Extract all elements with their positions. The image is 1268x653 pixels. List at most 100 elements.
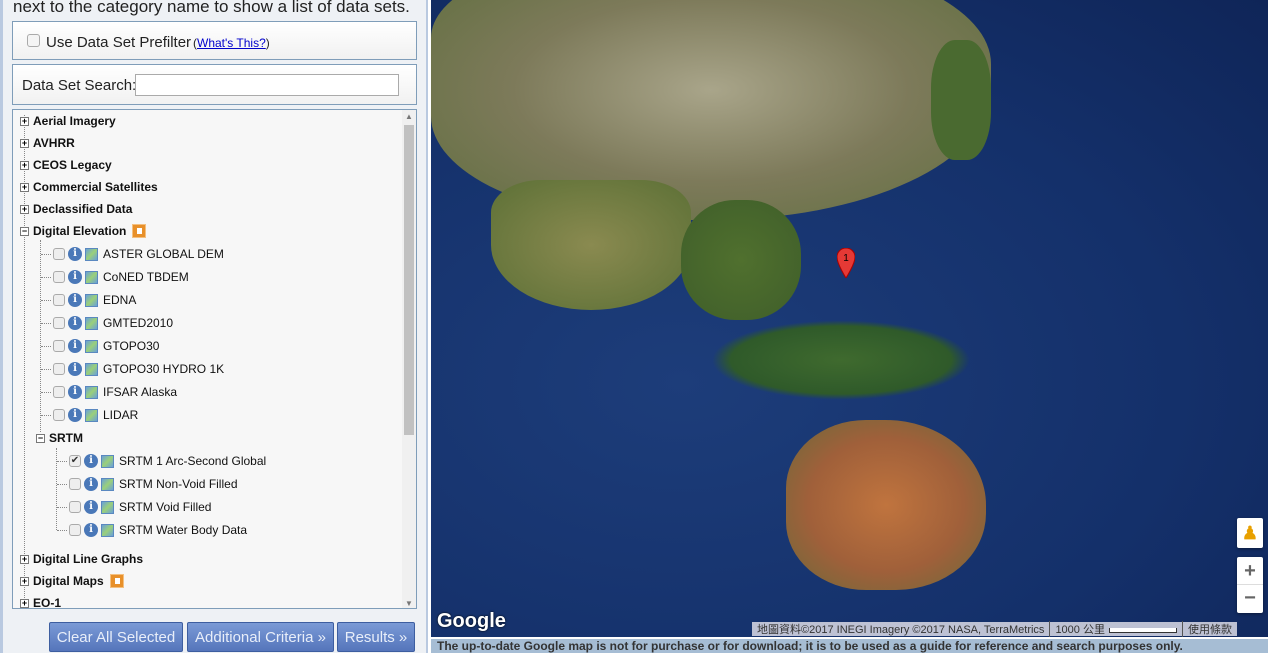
info-icon[interactable]: i: [68, 316, 82, 330]
zoom-in-button[interactable]: +: [1237, 557, 1263, 585]
info-icon[interactable]: i: [84, 500, 98, 514]
street-view-pegman-icon[interactable]: ♟: [1237, 518, 1263, 548]
category-label: Aerial Imagery: [33, 114, 116, 128]
footprint-map-icon[interactable]: [85, 247, 98, 261]
category-item[interactable]: + Digital Maps: [20, 571, 124, 591]
footprint-map-icon[interactable]: [101, 523, 114, 537]
marker-label: 1: [843, 253, 849, 264]
zoom-out-button[interactable]: −: [1237, 585, 1263, 612]
dataset-checkbox[interactable]: [53, 409, 65, 421]
bookmark-icon[interactable]: [109, 574, 124, 588]
footprint-map-icon[interactable]: [101, 454, 114, 468]
footprint-map-icon[interactable]: [85, 408, 98, 422]
category-item[interactable]: + Digital Line Graphs: [20, 549, 143, 569]
expand-icon[interactable]: +: [20, 576, 29, 586]
instructions-text: next to the category name to show a list…: [13, 0, 410, 16]
dataset-checkbox[interactable]: ✔: [69, 455, 81, 467]
dataset-checkbox[interactable]: [53, 248, 65, 260]
expand-icon[interactable]: +: [20, 182, 29, 192]
expand-icon[interactable]: +: [20, 204, 29, 214]
dataset-checkbox[interactable]: [53, 294, 65, 306]
bookmark-icon[interactable]: [132, 224, 147, 238]
footprint-map-icon[interactable]: [85, 385, 98, 399]
dataset-label: SRTM Non-Void Filled: [119, 477, 238, 491]
terms-link[interactable]: 使用條款: [1183, 621, 1237, 637]
footprint-map-icon[interactable]: [85, 362, 98, 376]
map-marker-icon[interactable]: 1: [837, 248, 855, 278]
info-icon[interactable]: i: [68, 270, 82, 284]
footprint-map-icon[interactable]: [85, 316, 98, 330]
category-item[interactable]: + EO-1: [20, 593, 61, 608]
scroll-up-icon[interactable]: ▲: [405, 112, 413, 121]
expand-icon[interactable]: +: [20, 598, 29, 608]
dataset-checkbox[interactable]: [53, 386, 65, 398]
expand-icon[interactable]: +: [20, 160, 29, 170]
category-item[interactable]: + CEOS Legacy: [20, 155, 112, 175]
dataset-item[interactable]: i IFSAR Alaska: [53, 382, 177, 402]
dataset-checkbox[interactable]: [53, 363, 65, 375]
dataset-item[interactable]: i GTOPO30: [53, 336, 159, 356]
category-item[interactable]: + AVHRR: [20, 133, 75, 153]
footprint-map-icon[interactable]: [101, 500, 114, 514]
scale-bar[interactable]: 1000 公里: [1050, 621, 1183, 637]
prefilter-checkbox[interactable]: [27, 34, 40, 47]
search-box: Data Set Search:: [12, 64, 417, 105]
dataset-item[interactable]: i SRTM Void Filled: [69, 497, 211, 517]
map-view[interactable]: [431, 0, 1268, 637]
results-button[interactable]: Results »: [337, 622, 415, 652]
scroll-down-icon[interactable]: ▼: [405, 599, 413, 608]
info-icon[interactable]: i: [84, 523, 98, 537]
category-item[interactable]: + Aerial Imagery: [20, 111, 116, 131]
dataset-checkbox[interactable]: [53, 317, 65, 329]
dataset-item[interactable]: i GTOPO30 HYDRO 1K: [53, 359, 224, 379]
category-label: AVHRR: [33, 136, 75, 150]
dataset-checkbox[interactable]: [69, 524, 81, 536]
paren: ): [265, 36, 270, 50]
expand-icon[interactable]: +: [20, 138, 29, 148]
footprint-map-icon[interactable]: [85, 339, 98, 353]
expand-icon[interactable]: +: [20, 116, 29, 126]
expand-icon[interactable]: +: [20, 554, 29, 564]
info-icon[interactable]: i: [68, 247, 82, 261]
attribution-text: 地圖資料©2017 INEGI Imagery ©2017 NASA, Terr…: [752, 621, 1051, 637]
dataset-search-input[interactable]: [135, 74, 399, 96]
dataset-item[interactable]: i SRTM Non-Void Filled: [69, 474, 238, 494]
info-icon[interactable]: i: [68, 362, 82, 376]
dataset-checkbox[interactable]: [53, 340, 65, 352]
dataset-item[interactable]: i CoNED TBDEM: [53, 267, 189, 287]
info-icon[interactable]: i: [68, 339, 82, 353]
footprint-map-icon[interactable]: [85, 270, 98, 284]
dataset-item[interactable]: i GMTED2010: [53, 313, 173, 333]
scrollbar-thumb[interactable]: [404, 125, 414, 435]
tree-scrollbar[interactable]: ▲ ▼: [402, 110, 416, 608]
dataset-checkbox[interactable]: [53, 271, 65, 283]
dataset-checkbox[interactable]: [69, 478, 81, 490]
dataset-panel: next to the category name to show a list…: [0, 0, 428, 653]
dataset-label: GTOPO30: [103, 339, 160, 353]
dataset-label: CoNED TBDEM: [103, 270, 189, 284]
info-icon[interactable]: i: [84, 477, 98, 491]
dataset-item[interactable]: i EDNA: [53, 290, 136, 310]
dataset-item[interactable]: ✔ i SRTM 1 Arc-Second Global: [69, 451, 266, 471]
info-icon[interactable]: i: [84, 454, 98, 468]
collapse-icon[interactable]: −: [20, 226, 29, 236]
dataset-checkbox[interactable]: [69, 501, 81, 513]
whats-this-link[interactable]: What's This?: [197, 36, 266, 50]
dataset-tree: + Aerial Imagery + AVHRR + CEOS Legacy + Commer…: [12, 109, 417, 609]
category-item[interactable]: + Declassified Data: [20, 199, 132, 219]
category-digital-elevation[interactable]: − Digital Elevation: [20, 221, 147, 241]
info-icon[interactable]: i: [68, 293, 82, 307]
dataset-item[interactable]: i LIDAR: [53, 405, 138, 425]
category-item[interactable]: + Commercial Satellites: [20, 177, 158, 197]
dataset-label: GTOPO30 HYDRO 1K: [103, 362, 225, 376]
dataset-item[interactable]: i SRTM Water Body Data: [69, 520, 247, 540]
additional-criteria-button[interactable]: Additional Criteria »: [187, 622, 334, 652]
clear-all-selected-button[interactable]: Clear All Selected: [49, 622, 183, 652]
footprint-map-icon[interactable]: [85, 293, 98, 307]
info-icon[interactable]: i: [68, 408, 82, 422]
info-icon[interactable]: i: [68, 385, 82, 399]
category-srtm[interactable]: − SRTM: [36, 428, 83, 448]
dataset-item[interactable]: i ASTER GLOBAL DEM: [53, 244, 224, 264]
footprint-map-icon[interactable]: [101, 477, 114, 491]
collapse-icon[interactable]: −: [36, 433, 45, 443]
